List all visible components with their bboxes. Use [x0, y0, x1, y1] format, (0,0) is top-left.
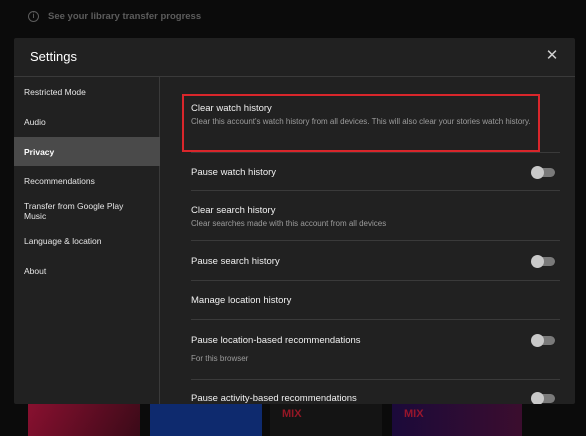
- pause-watch-history-toggle[interactable]: [531, 166, 555, 179]
- sidebar-item-label: About: [24, 266, 47, 276]
- settings-sidebar: Restricted Mode Audio Privacy Recommenda…: [14, 77, 160, 404]
- settings-dialog: Settings ✕ Restricted Mode Audio Privacy…: [14, 38, 575, 404]
- pause-activity-recommendations-row[interactable]: Pause activity-based recommendations: [191, 392, 560, 404]
- pause-search-history-toggle[interactable]: [531, 255, 555, 268]
- sidebar-item-label: Transfer from Google Play Music: [24, 201, 124, 221]
- pause-watch-history-row[interactable]: Pause watch history: [191, 166, 560, 183]
- sidebar-item-language-location[interactable]: Language & location: [14, 226, 160, 256]
- dialog-title: Settings: [30, 49, 77, 64]
- sidebar-item-label: Restricted Mode: [24, 87, 86, 97]
- pause-activity-recommendations-toggle[interactable]: [531, 392, 555, 404]
- divider: [191, 379, 560, 380]
- divider: [191, 319, 560, 320]
- manage-location-history-row[interactable]: Manage location history: [191, 295, 560, 306]
- divider: [191, 190, 560, 191]
- sidebar-item-restricted-mode[interactable]: Restricted Mode: [14, 77, 160, 107]
- clear-search-history-description: Clear searches made with this account fr…: [191, 219, 387, 228]
- sidebar-item-about[interactable]: About: [14, 256, 160, 286]
- sidebar-item-label: Language & location: [24, 236, 102, 246]
- sidebar-item-label: Recommendations: [24, 176, 95, 186]
- mix-label: MIX: [282, 408, 302, 420]
- manage-location-history-label: Manage location history: [191, 295, 292, 306]
- sidebar-item-audio[interactable]: Audio: [14, 107, 160, 137]
- pause-activity-recommendations-label: Pause activity-based recommendations: [191, 393, 357, 404]
- pause-search-history-row[interactable]: Pause search history: [191, 255, 560, 272]
- sidebar-item-privacy[interactable]: Privacy: [14, 137, 160, 166]
- sidebar-item-label: Privacy: [24, 146, 55, 157]
- library-transfer-notice[interactable]: i See your library transfer progress: [28, 8, 201, 24]
- sidebar-item-recommendations[interactable]: Recommendations: [14, 166, 160, 196]
- thumbnail-1[interactable]: [28, 400, 140, 436]
- divider: [191, 152, 560, 153]
- info-icon: i: [28, 10, 39, 22]
- clear-search-history-label: Clear search history: [191, 205, 276, 216]
- divider: [191, 280, 560, 281]
- close-icon[interactable]: ✕: [543, 47, 561, 65]
- pause-location-recommendations-description: For this browser: [191, 354, 249, 363]
- toggle-knob: [531, 392, 544, 404]
- library-transfer-text: See your library transfer progress: [48, 10, 202, 22]
- mix-label: MIX: [404, 408, 424, 420]
- background-thumbnails: MIX MIX: [0, 400, 586, 436]
- toggle-knob: [531, 166, 544, 179]
- pause-watch-history-label: Pause watch history: [191, 167, 277, 178]
- pause-location-recommendations-label: Pause location-based recommendations: [191, 335, 361, 346]
- thumbnail-3[interactable]: MIX: [270, 400, 382, 436]
- pause-location-recommendations-toggle[interactable]: [531, 334, 555, 347]
- sidebar-item-transfer[interactable]: Transfer from Google Play Music: [14, 196, 144, 226]
- pause-search-history-label: Pause search history: [191, 256, 280, 267]
- sidebar-item-label: Audio: [24, 117, 46, 127]
- thumbnail-4[interactable]: MIX: [392, 400, 522, 436]
- pause-location-recommendations-row[interactable]: Pause location-based recommendations For…: [191, 334, 560, 371]
- clear-search-history-row[interactable]: Clear search history Clear searches made…: [191, 205, 560, 229]
- thumbnail-2[interactable]: [150, 400, 262, 436]
- toggle-knob: [531, 334, 544, 347]
- highlight-box: [182, 94, 540, 152]
- toggle-knob: [531, 255, 544, 268]
- divider: [191, 240, 560, 241]
- privacy-settings-panel: Clear watch history Clear this account's…: [161, 77, 575, 404]
